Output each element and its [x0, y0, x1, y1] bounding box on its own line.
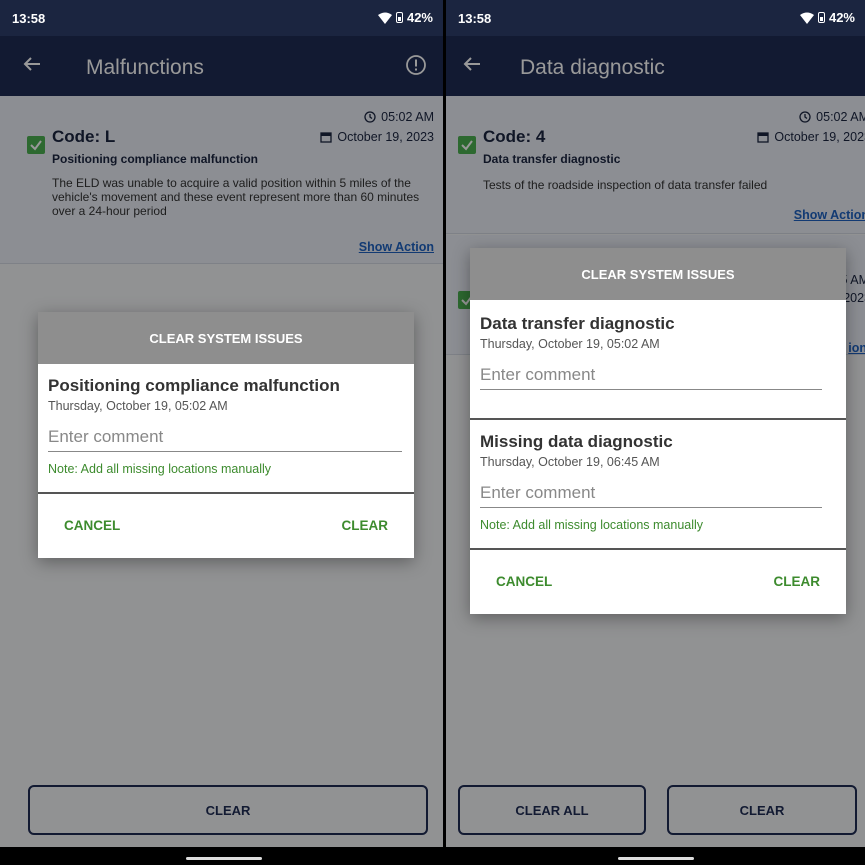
battery-icon: [395, 12, 403, 23]
status-time: 13:58: [458, 11, 492, 26]
dialog-item-2: Missing data diagnostic Thursday, Octobe…: [470, 420, 846, 544]
screenshot-stage: 13:58 42% Malfunctions Code: L 05:02 AM: [0, 0, 865, 865]
nav-bar: [0, 847, 443, 865]
dialog-item: Data transfer diagnostic Thursday, Octob…: [470, 300, 846, 402]
phone-data-diagnostic: 13:58 42% Data diagnostic Code: 4 05:02 …: [446, 0, 865, 865]
cancel-button[interactable]: CANCEL: [496, 574, 552, 589]
dialog-item-date: Thursday, October 19, 05:02 AM: [48, 399, 228, 413]
nav-bar: [446, 847, 865, 865]
home-indicator[interactable]: [618, 857, 694, 860]
dialog-item: Positioning compliance malfunction Thurs…: [38, 364, 414, 492]
home-indicator[interactable]: [186, 857, 262, 860]
battery-percent: 42%: [406, 10, 433, 25]
comment-input-2[interactable]: Enter comment: [480, 483, 822, 508]
clear-issues-dialog: CLEAR SYSTEM ISSUES Positioning complian…: [38, 312, 414, 558]
dialog-actions: CANCEL CLEAR: [38, 494, 414, 558]
dialog-actions: CANCEL CLEAR: [470, 550, 846, 614]
dialog-note: Note: Add all missing locations manually: [480, 518, 704, 532]
dialog-item-title: Data transfer diagnostic: [480, 314, 675, 333]
wifi-icon: [799, 12, 814, 24]
dialog-clear-button[interactable]: CLEAR: [774, 574, 821, 589]
status-bar: 13:58 42%: [446, 0, 865, 36]
dialog-clear-button[interactable]: CLEAR: [342, 518, 389, 533]
clear-issues-dialog: CLEAR SYSTEM ISSUES Data transfer diagno…: [470, 248, 846, 614]
comment-input[interactable]: Enter comment: [480, 365, 822, 390]
status-icons: 42%: [377, 10, 433, 25]
status-icons: 42%: [799, 10, 855, 25]
status-time: 13:58: [12, 11, 46, 26]
comment-input[interactable]: Enter comment: [48, 427, 402, 452]
cancel-button[interactable]: CANCEL: [64, 518, 120, 533]
wifi-icon: [377, 12, 392, 24]
dialog-item-title: Positioning compliance malfunction: [48, 376, 340, 395]
battery-percent: 42%: [828, 10, 855, 25]
dialog-header: CLEAR SYSTEM ISSUES: [470, 248, 846, 300]
status-bar: 13:58 42%: [0, 0, 443, 36]
dialog-header: CLEAR SYSTEM ISSUES: [38, 312, 414, 364]
dialog-item-date: Thursday, October 19, 05:02 AM: [480, 337, 660, 351]
battery-icon: [817, 12, 825, 23]
dialog-item-2-title: Missing data diagnostic: [480, 432, 673, 451]
dialog-note: Note: Add all missing locations manually: [48, 462, 272, 476]
dialog-item-2-date: Thursday, October 19, 06:45 AM: [480, 455, 660, 469]
phone-malfunctions: 13:58 42% Malfunctions Code: L 05:02 AM: [0, 0, 443, 865]
